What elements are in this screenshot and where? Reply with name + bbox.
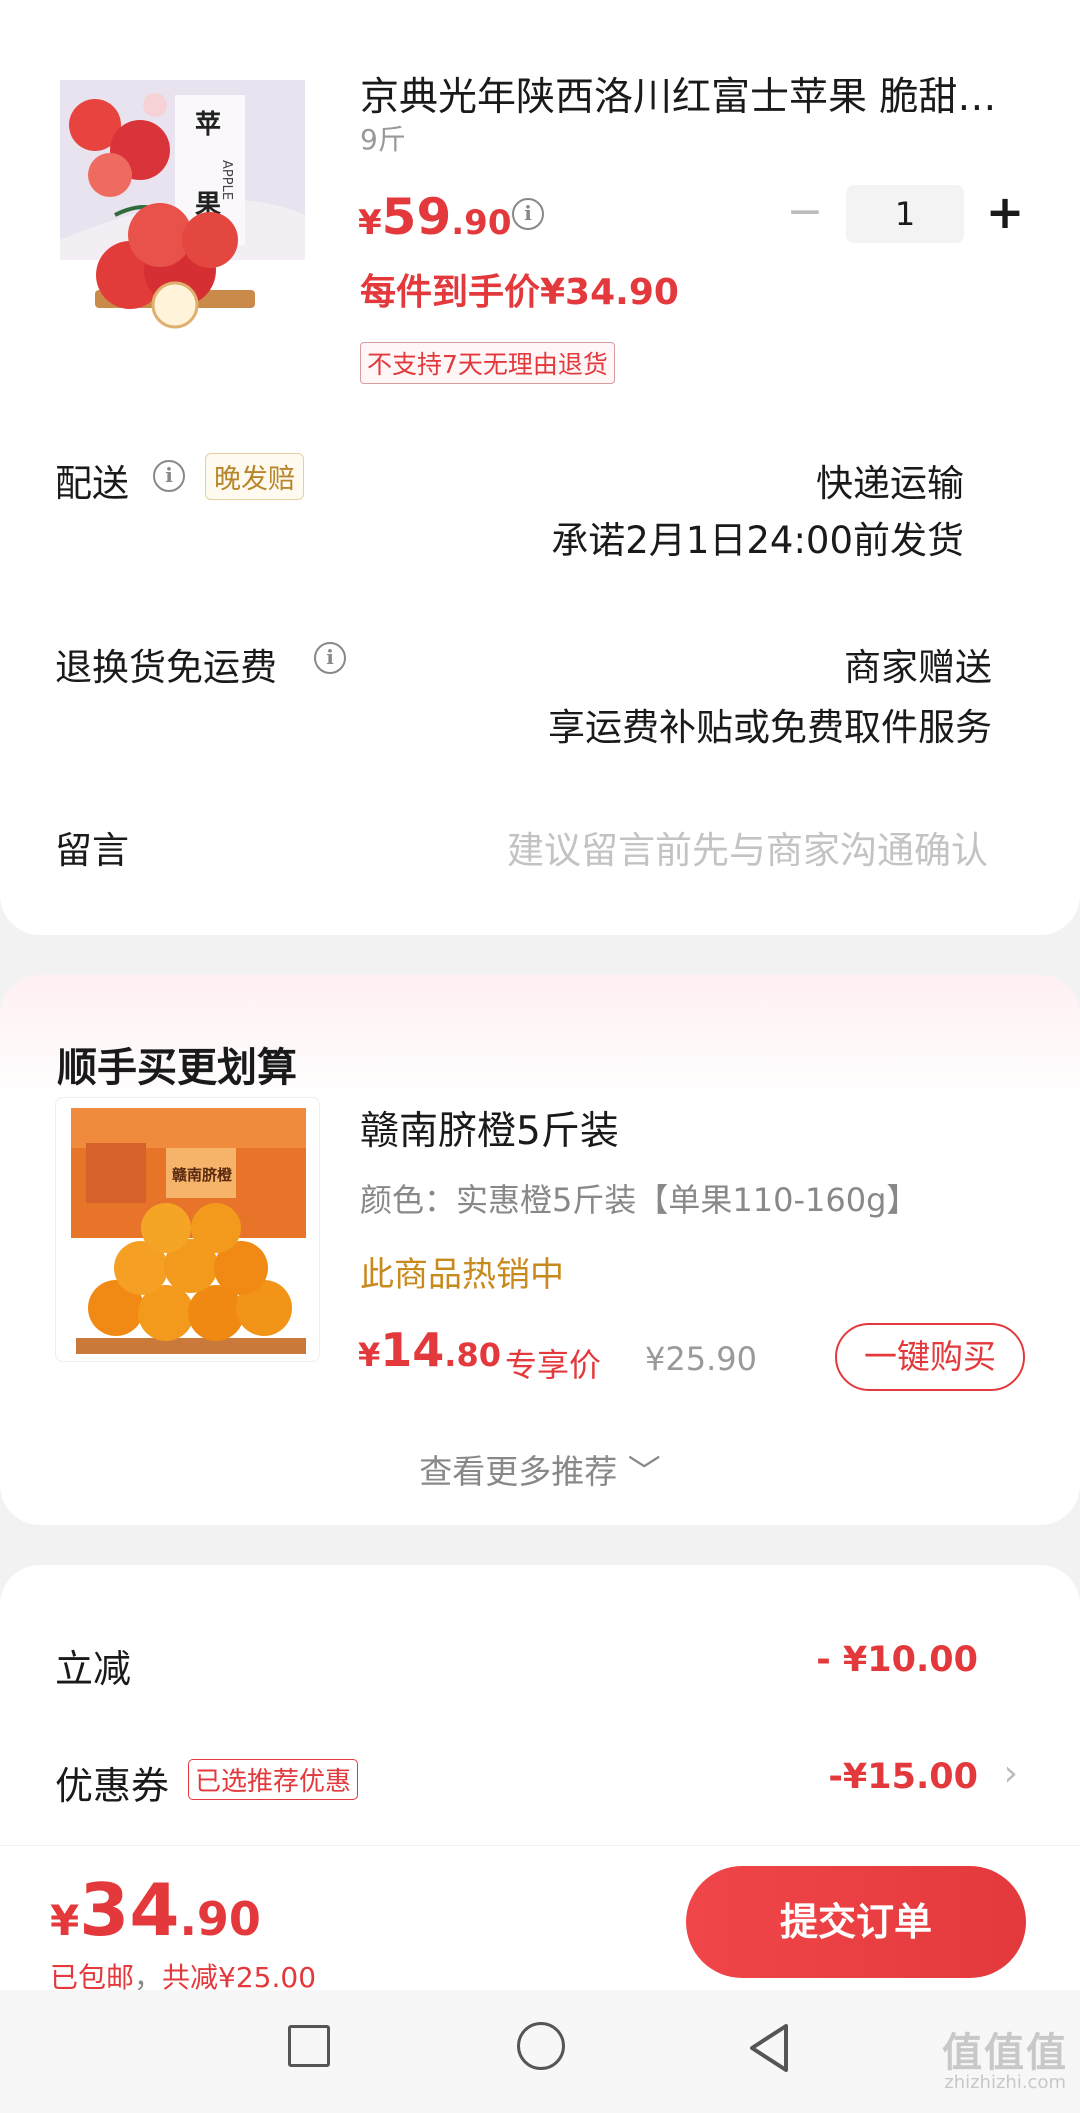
upsell-card: 顺手买更划算 赣南脐橙 赣南脐橙5斤装 颜色：实惠橙5斤装【单果110-160g… [0,975,1080,1525]
submit-order-button[interactable]: 提交订单 [686,1866,1026,1978]
total-price: ¥ 34 .90 [50,1868,261,1952]
returns-desc: 享运费补贴或免费取件服务 [548,706,992,749]
no-return-badge: 不支持7天无理由退货 [360,342,615,384]
price-currency: ¥ [358,203,382,243]
system-nav-bar: 值值值 zhizhizhi.com [0,1990,1080,2113]
shipping-info-icon[interactable]: i [153,460,185,492]
quantity-stepper: − 1 + [780,185,1030,243]
total-integer: 34 [79,1868,180,1952]
svg-text:赣南脐橙: 赣南脐橙 [172,1166,233,1184]
home-icon[interactable] [517,2022,565,2070]
order-product-card: 苹 果 APPLE 京典光年陕西洛川红富士苹果 脆甜… 9斤 ¥ 59 .90 … [0,0,1080,935]
checkout-bar: ¥ 34 .90 已包邮，共减¥25.00 提交订单 [0,1845,1080,1994]
watermark-logo: 值值值 [942,2030,1068,2076]
apple-product-image[interactable]: 苹 果 APPLE [55,75,315,335]
upsell-price-currency: ¥ [358,1336,381,1374]
quantity-input[interactable]: 1 [846,185,964,243]
original-price: ¥25.90 [645,1340,757,1378]
returns-info-icon[interactable]: i [314,642,346,674]
product-title[interactable]: 京典光年陕西洛川红富士苹果 脆甜… [360,66,1000,122]
product-price: ¥ 59 .90 [358,188,512,246]
returns-label: 退换货免运费 [55,646,277,689]
upsell-title: 顺手买更划算 [57,1045,297,1091]
orange-product-image[interactable]: 赣南脐橙 [55,1097,320,1362]
exclusive-price-label: 专享价 [505,1346,602,1384]
shipping-promise: 承诺2月1日24:00前发货 [551,519,964,562]
price-integer: 59 [381,188,452,246]
discount-card: 立减 - ¥10.00 优惠券 已选推荐优惠 -¥15.00 › [0,1565,1080,1865]
instant-discount-value: - ¥10.00 [816,1640,978,1680]
coupon-value[interactable]: -¥15.00 [828,1757,978,1797]
returns-provider: 商家赠送 [844,646,992,689]
total-decimal: .90 [179,1892,261,1946]
instant-discount-label: 立减 [55,1647,132,1691]
recent-apps-icon[interactable] [288,2025,330,2067]
back-icon[interactable] [744,2020,794,2076]
upsell-price-decimal: .80 [444,1336,501,1374]
product-spec: 9斤 [360,123,406,156]
watermark-url: zhizhizhi.com [944,2072,1066,2093]
upsell-item-spec: 颜色：实惠橙5斤装【单果110-160g】 [360,1181,919,1219]
total-currency: ¥ [50,1896,80,1945]
quantity-minus-button[interactable]: − [780,189,830,239]
svg-text:苹: 苹 [195,110,221,140]
coupon-selected-badge: 已选推荐优惠 [188,1759,359,1800]
message-input[interactable]: 建议留言前先与商家沟通确认 [507,820,988,874]
chevron-right-icon[interactable]: › [1004,1753,1018,1794]
message-label: 留言 [55,829,129,872]
shipping-method: 快递运输 [816,462,964,505]
deal-price: 每件到手价¥34.90 [360,272,679,313]
svg-text:APPLE: APPLE [219,160,234,200]
late-compensation-badge: 晚发赔 [205,453,304,500]
upsell-price: ¥ 14 .80 [358,1323,501,1377]
upsell-price-integer: 14 [380,1323,445,1377]
coupon-label[interactable]: 优惠券 [55,1755,169,1810]
upsell-hot-label: 此商品热销中 [360,1255,564,1295]
price-decimal: .90 [451,203,512,243]
price-info-icon[interactable]: i [512,198,544,230]
upsell-item-title[interactable]: 赣南脐橙5斤装 [360,1100,619,1156]
one-click-buy-button[interactable]: 一键购买 [835,1323,1025,1391]
quantity-plus-button[interactable]: + [980,189,1030,239]
shipping-label: 配送 [55,462,129,505]
more-recommendations-link[interactable]: 查看更多推荐 ﹀ [0,1445,1080,1493]
